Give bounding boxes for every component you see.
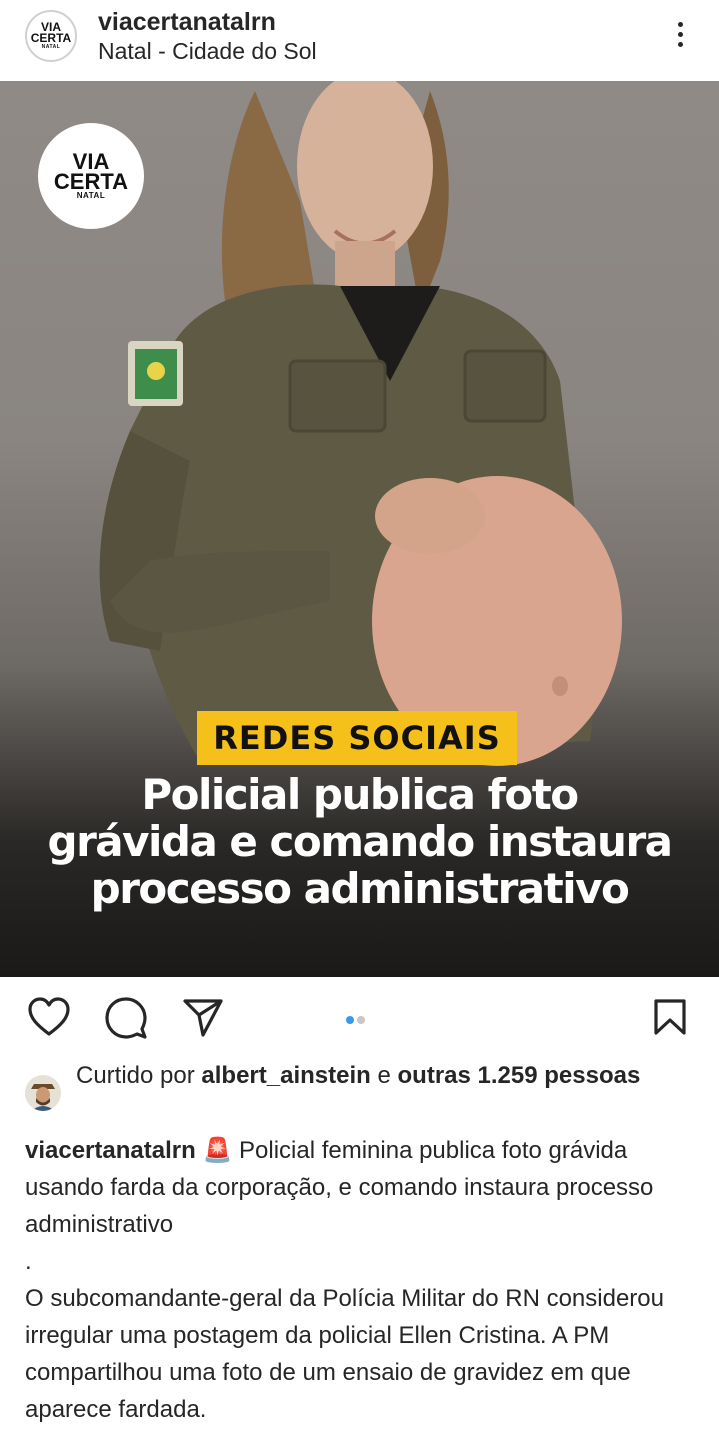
liker-avatar-image	[25, 1075, 61, 1111]
headline-line-3: processo administrativo	[90, 864, 630, 913]
comment-icon[interactable]	[104, 996, 148, 1040]
badge-logo-certa: CERTA	[53, 168, 129, 194]
likes-suffix[interactable]: pessoas	[544, 1062, 640, 1089]
likes-summary[interactable]: Curtido por albert_ainstein e outras 1.2…	[76, 1060, 676, 1092]
badge-logo-natal: NATAL	[76, 191, 106, 201]
likes-prefix: Curtido por	[76, 1062, 195, 1089]
caption-text-2: O subcomandante-geral da Polícia Militar…	[25, 1285, 664, 1423]
liker-username[interactable]: albert_ainstein	[201, 1062, 370, 1089]
post-header: VIA CERTA NATAL viacertanatalrn Natal - …	[0, 0, 719, 80]
category-tag: REDES SOCIAIS	[197, 711, 517, 765]
caption-separator: .	[25, 1248, 32, 1275]
likes-others-count[interactable]: outras 1.259	[398, 1062, 538, 1089]
heart-icon[interactable]	[27, 996, 71, 1038]
caption-username[interactable]: viacertanatalrn	[25, 1137, 196, 1164]
avatar-logo-natal: NATAL	[41, 43, 61, 50]
headline-line-1: Policial publica foto	[141, 770, 579, 819]
share-icon[interactable]	[182, 998, 224, 1038]
post-image[interactable]: VIA CERTA NATAL REDES SOCIAIS Policial p…	[0, 81, 719, 977]
likes-connector: e	[377, 1062, 391, 1089]
siren-emoji: 🚨	[202, 1137, 233, 1164]
carousel-dot	[357, 1016, 365, 1024]
carousel-dot-active	[346, 1016, 354, 1024]
headline-line-2: grávida e comando instaura	[47, 817, 674, 866]
brand-logo-badge: VIA CERTA NATAL	[38, 123, 144, 229]
liker-avatar[interactable]	[25, 1075, 61, 1111]
avatar-logo-certa: CERTA	[30, 31, 72, 45]
carousel-indicator	[346, 1011, 368, 1029]
post-caption: viacertanatalrn 🚨 Policial feminina publ…	[25, 1132, 685, 1428]
post-headline: Policial publica foto grávida e comando …	[0, 771, 719, 912]
header-location[interactable]: Natal - Cidade do Sol	[98, 38, 317, 65]
profile-avatar[interactable]: VIA CERTA NATAL	[25, 10, 77, 62]
bookmark-icon[interactable]	[652, 998, 688, 1036]
header-username[interactable]: viacertanatalrn	[98, 8, 276, 37]
more-vertical-icon[interactable]	[668, 18, 692, 54]
